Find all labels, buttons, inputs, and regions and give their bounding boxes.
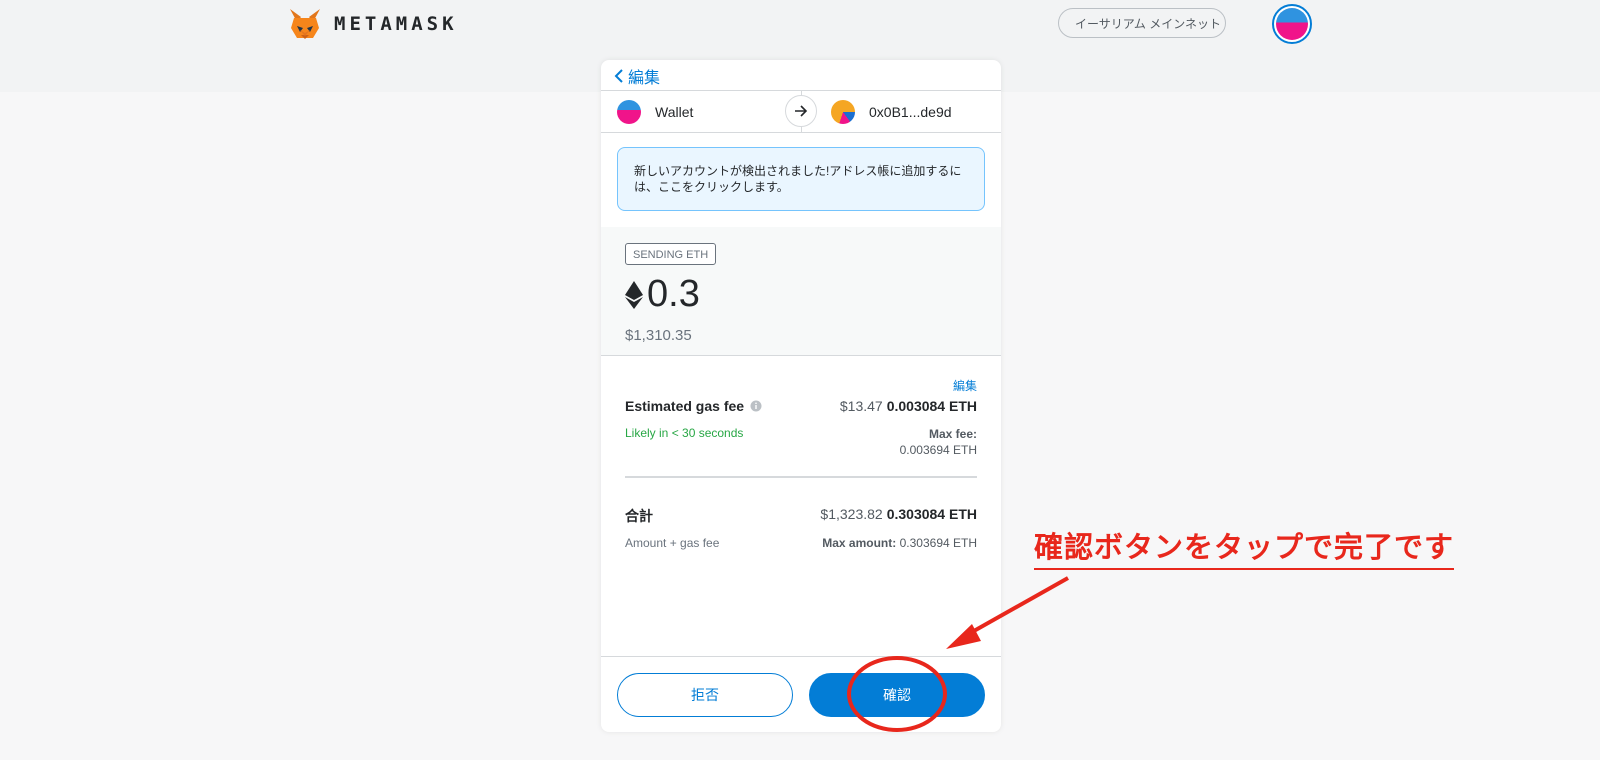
edit-gas-link[interactable]: 編集 <box>953 377 977 394</box>
annotation-text: 確認ボタンをタップで完了です <box>1034 524 1455 570</box>
sender[interactable]: Wallet <box>617 100 693 124</box>
network-label: イーサリアム メインネット <box>1075 16 1222 31</box>
account-avatar[interactable] <box>1272 4 1312 44</box>
recipient-address: 0x0B1...de9d <box>869 104 952 120</box>
highlight-circle <box>847 656 947 732</box>
divider <box>625 476 977 478</box>
total-values: $1,323.82 0.303084 ETH <box>820 506 977 522</box>
fiat-amount: $1,310.35 <box>625 327 692 344</box>
confirm-transaction-card: 編集 Wallet 0x0B1...de9d 新しいアカウントが検出されました!… <box>601 60 1001 732</box>
logo-text: METAMASK <box>334 13 458 35</box>
arrow-right-icon <box>785 95 817 127</box>
reject-button[interactable]: 拒否 <box>617 673 793 717</box>
max-amount-value: 0.303694 ETH <box>899 536 977 550</box>
total-eth: 0.303084 ETH <box>886 506 977 522</box>
edit-back-label: 編集 <box>628 70 661 87</box>
gas-fee-label: Estimated gas fee <box>625 398 745 414</box>
max-fee-value: 0.003694 ETH <box>899 443 977 457</box>
gas-timing: Likely in < 30 seconds <box>625 426 744 440</box>
max-amount: Max amount: 0.303694 ETH <box>822 536 977 550</box>
account-identicon <box>1276 8 1308 40</box>
gas-fee-values: $13.47 0.003084 ETH <box>840 398 977 414</box>
sending-eth-badge: SENDING ETH <box>625 243 717 265</box>
total-subtitle: Amount + gas fee <box>625 536 720 550</box>
recipient-identicon <box>831 100 855 124</box>
ethereum-icon <box>625 280 643 309</box>
new-account-notice[interactable]: 新しいアカウントが検出されました!アドレス帳に追加するには、ここをクリックします… <box>617 147 985 211</box>
total-title: 合計 <box>625 508 653 524</box>
chevron-left-icon <box>614 69 623 83</box>
total-fiat: $1,323.82 <box>820 506 883 522</box>
gas-fee-eth: 0.003084 ETH <box>886 398 977 414</box>
sender-name: Wallet <box>655 104 694 120</box>
sender-identicon <box>617 100 641 124</box>
network-selector[interactable]: イーサリアム メインネット <box>1058 8 1226 38</box>
max-fee: Max fee: 0.003694 ETH <box>900 426 977 458</box>
fox-icon <box>290 9 320 39</box>
sending-summary: SENDING ETH 0.3 $1,310.35 <box>601 227 1001 356</box>
metamask-logo[interactable]: METAMASK <box>288 8 458 40</box>
recipient[interactable]: 0x0B1...de9d <box>831 100 952 124</box>
send-amount: 0.3 <box>647 273 700 315</box>
info-icon[interactable] <box>750 400 762 412</box>
max-amount-label: Max amount: <box>822 536 897 550</box>
gas-fee-title: Estimated gas fee <box>625 398 762 414</box>
edit-back-button[interactable]: 編集 <box>613 64 660 88</box>
sender-recipient-row: Wallet 0x0B1...de9d <box>601 90 1001 133</box>
max-fee-label: Max fee: <box>928 427 977 441</box>
gas-fee-fiat: $13.47 <box>839 398 883 414</box>
amount-row: 0.3 <box>625 273 700 316</box>
